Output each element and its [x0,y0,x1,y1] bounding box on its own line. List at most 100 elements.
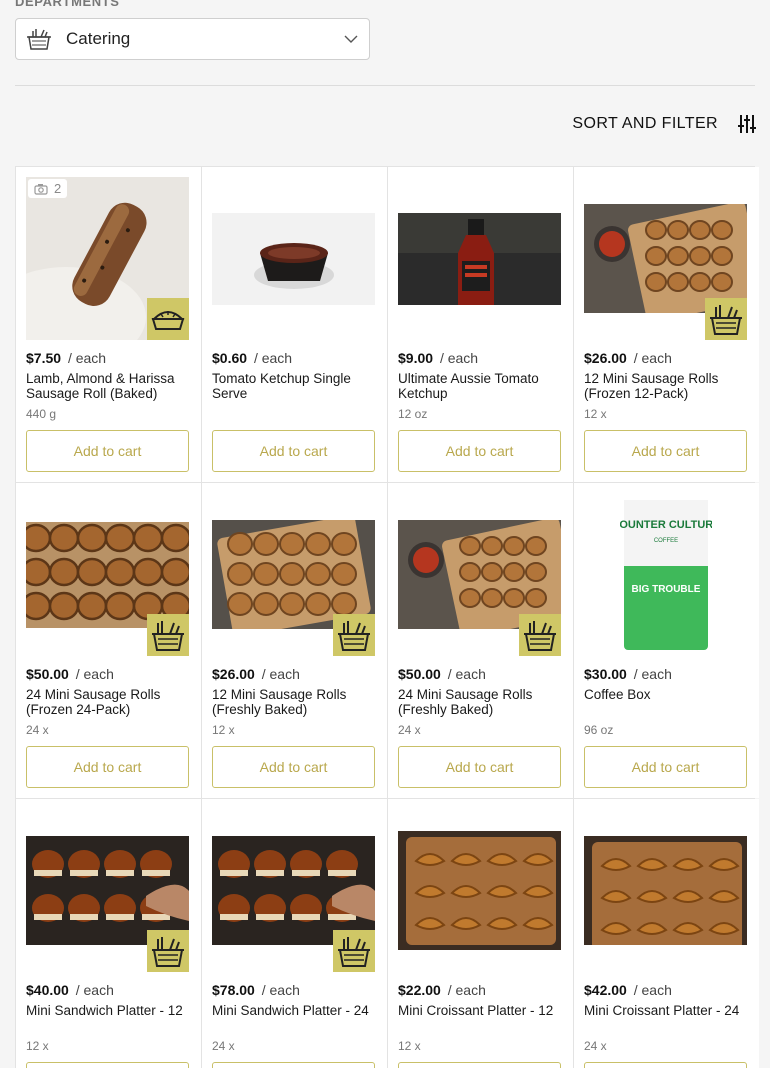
grocery-basket-icon [152,621,184,651]
pie-icon [151,311,185,330]
product-image[interactable]: COUNTER CULTURE COFFEE BIG TROUBLE [584,493,747,656]
product-image[interactable]: 2 [26,177,189,340]
price-row: $26.00 / each [212,666,377,682]
product-image[interactable] [584,177,747,340]
product-name[interactable]: Mini Sandwich Platter - 12 [26,1003,191,1033]
product-image[interactable] [212,493,375,656]
product-card[interactable]: 2 $7.50 / each Lamb, Almond & Harissa Saus… [16,167,201,482]
product-card[interactable]: COUNTER CULTURE COFFEE BIG TROUBLE $30.00 /… [574,483,759,798]
product-name[interactable]: Coffee Box [584,687,749,717]
product-card[interactable]: $9.00 / each Ultimate Aussie Tomato Ketch… [388,167,573,482]
add-to-cart-button[interactable]: Add to cart [398,1062,561,1068]
sort-and-filter-button[interactable]: SORT AND FILTER [572,114,756,134]
price-unit: / each [261,982,300,998]
sort-and-filter-label: SORT AND FILTER [572,115,718,132]
price-row: $50.00 / each [26,666,191,682]
price-unit: / each [67,350,107,366]
price-unit: / each [253,350,293,366]
product-size: 12 x [398,1039,421,1053]
category-badge [147,614,189,656]
product-card[interactable]: $50.00 / each 24 Mini Sausage Rolls (Froz… [16,483,201,798]
product-card[interactable]: $22.00 / each Mini Croissant Platter - 12… [388,799,573,1068]
product-image[interactable] [26,493,189,656]
product-grid: 2 $7.50 / each Lamb, Almond & Harissa Saus… [15,166,759,1068]
product-size: 96 oz [584,723,614,737]
product-price: $50.00 [26,666,69,682]
photo-count: 2 [54,181,62,196]
add-to-cart-button[interactable]: Add to cart [26,430,189,472]
product-image[interactable] [212,809,375,972]
department-select[interactable]: Catering [15,18,370,60]
divider [15,85,755,86]
product-price: $9.00 [398,350,434,366]
add-to-cart-button[interactable]: Add to cart [212,1062,375,1068]
price-unit: / each [447,666,486,682]
product-size: 440 g [26,407,57,421]
price-row: $26.00 / each [584,350,749,366]
price-row: $22.00 / each [398,982,563,998]
photo-count-badge[interactable]: 2 [28,179,68,198]
price-row: $50.00 / each [398,666,563,682]
grocery-basket-icon [524,621,556,651]
product-size: 12 x [26,1039,49,1053]
add-to-cart-button[interactable]: Add to cart [584,746,747,788]
grocery-basket-icon [710,305,742,335]
category-badge [333,614,375,656]
product-name[interactable]: Mini Croissant Platter - 24 [584,1003,749,1033]
product-photo [398,212,561,305]
product-photo [212,212,375,305]
price-unit: / each [633,350,672,366]
price-row: $78.00 / each [212,982,377,998]
product-name[interactable]: Mini Croissant Platter - 12 [398,1003,563,1033]
product-name[interactable]: 24 Mini Sausage Rolls (Frozen 24-Pack) [26,687,191,717]
product-name[interactable]: 12 Mini Sausage Rolls (Frozen 12-Pack) [584,371,749,401]
product-photo: COUNTER CULTURE COFFEE BIG TROUBLE [619,495,712,654]
product-card[interactable]: $50.00 / each 24 Mini Sausage Rolls (Fres… [388,483,573,798]
department-selected-value: Catering [66,29,131,48]
product-image[interactable] [398,809,561,972]
add-to-cart-button[interactable]: Add to cart [584,430,747,472]
add-to-cart-button[interactable]: Add to cart [26,1062,189,1068]
product-card[interactable]: $40.00 / each Mini Sandwich Platter - 12 1… [16,799,201,1068]
product-image[interactable] [398,493,561,656]
add-to-cart-button[interactable]: Add to cart [26,746,189,788]
grocery-basket-icon [152,937,184,967]
product-photo [584,204,747,313]
price-unit: / each [633,982,672,998]
product-size: 12 x [212,723,235,737]
product-name[interactable]: 24 Mini Sausage Rolls (Freshly Baked) [398,687,563,717]
price-row: $40.00 / each [26,982,191,998]
price-unit: / each [447,982,486,998]
price-row: $7.50 / each [26,350,191,366]
category-badge [333,930,375,972]
product-name[interactable]: Tomato Ketchup Single Serve [212,371,377,401]
add-to-cart-button[interactable]: Add to cart [398,430,561,472]
product-name[interactable]: 12 Mini Sausage Rolls (Freshly Baked) [212,687,377,717]
product-image[interactable] [212,177,375,340]
product-name[interactable]: Mini Sandwich Platter - 24 [212,1003,377,1033]
price-row: $30.00 / each [584,666,749,682]
product-card[interactable]: $42.00 / each Mini Croissant Platter - 24… [574,799,759,1068]
product-image[interactable] [584,809,747,972]
product-image[interactable] [26,809,189,972]
product-photo [398,520,561,629]
product-card[interactable]: $0.60 / each Tomato Ketchup Single Serve A… [202,167,387,482]
product-card[interactable]: $78.00 / each Mini Sandwich Platter - 24 2… [202,799,387,1068]
price-unit: / each [633,666,672,682]
product-photo [26,521,189,628]
product-card[interactable]: $26.00 / each 12 Mini Sausage Rolls (Fres… [202,483,387,798]
product-price: $30.00 [584,666,627,682]
coffee-sub: COFFEE [653,538,677,544]
add-to-cart-button[interactable]: Add to cart [398,746,561,788]
category-badge [519,614,561,656]
add-to-cart-button[interactable]: Add to cart [212,430,375,472]
product-name[interactable]: Lamb, Almond & Harissa Sausage Roll (Bak… [26,371,191,401]
product-image[interactable] [398,177,561,340]
product-card[interactable]: $26.00 / each 12 Mini Sausage Rolls (Froz… [574,167,759,482]
add-to-cart-button[interactable]: Add to cart [212,746,375,788]
add-to-cart-button[interactable]: Add to cart [584,1062,747,1068]
product-name[interactable]: Ultimate Aussie Tomato Ketchup [398,371,563,401]
price-row: $0.60 / each [212,350,377,366]
chevron-down-icon [344,35,358,43]
product-size: 12 x [584,407,607,421]
